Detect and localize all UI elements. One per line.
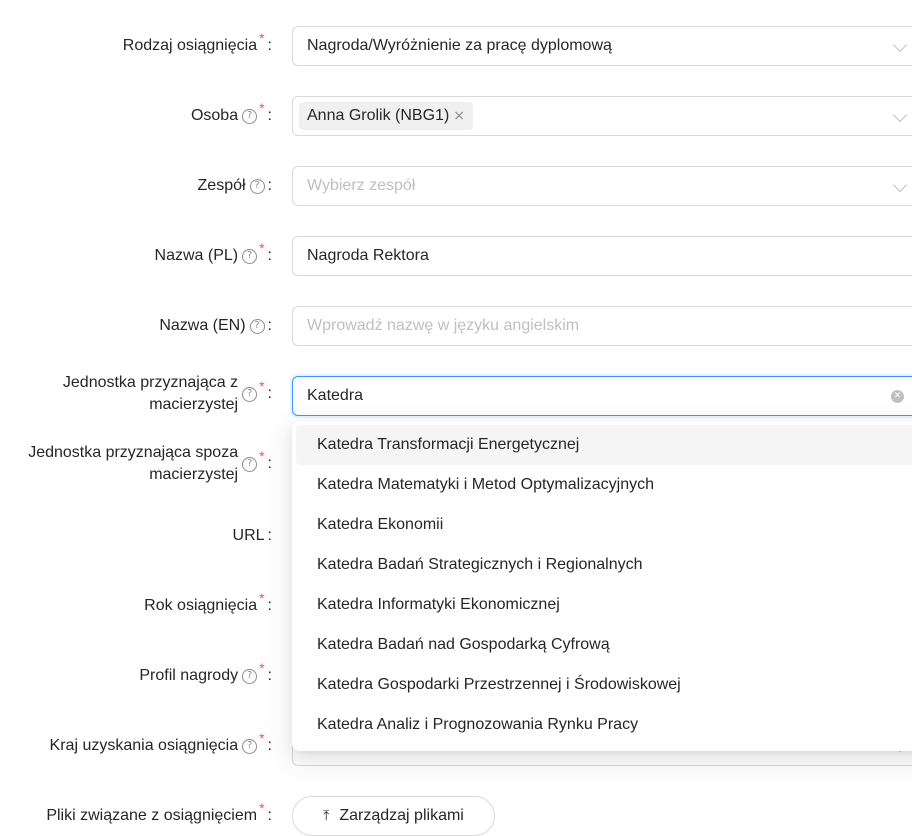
dropdown-option[interactable]: Katedra Badań Strategicznych i Regionaln… xyxy=(296,545,912,585)
required-mark: * xyxy=(259,378,265,394)
label-rodzaj: Rodzaj osiągnięcia * : xyxy=(122,30,272,54)
dropdown-option[interactable]: Katedra Informatyki Ekonomicznej xyxy=(296,585,912,625)
osoba-tag: Anna Grolik (NBG1) × xyxy=(299,102,473,130)
chevron-down-icon xyxy=(892,177,908,193)
rodzaj-select[interactable]: Nagroda/Wyróżnienie za pracę dyplomową xyxy=(292,26,912,66)
chevron-down-icon xyxy=(892,37,908,53)
required-mark: * xyxy=(259,800,265,816)
label-rok: Rok osiągnięcia * : xyxy=(144,590,272,614)
jednostka-dropdown: Katedra Transformacji Energetycznej Kate… xyxy=(292,421,912,751)
required-mark: * xyxy=(259,730,265,746)
question-circle-icon[interactable]: ? xyxy=(242,248,258,264)
question-circle-icon[interactable]: ? xyxy=(242,738,258,754)
jednostka-macierzysta-search[interactable]: Katedra ✕ xyxy=(292,376,912,416)
dropdown-option[interactable]: Katedra Ekonomii xyxy=(296,505,912,545)
required-mark: * xyxy=(259,30,265,46)
label-zespol: Zespół ? : xyxy=(197,177,272,194)
question-circle-icon[interactable]: ? xyxy=(249,178,265,194)
dropdown-option[interactable]: Katedra Badań nad Gospodarką Cyfrową xyxy=(296,625,912,665)
nazwa-en-input[interactable]: Wprowadź nazwę w języku angielskim xyxy=(292,306,912,346)
nazwa-pl-value: Nagroda Rektora xyxy=(307,247,429,264)
nazwa-en-placeholder: Wprowadź nazwę w języku angielskim xyxy=(307,317,580,334)
question-circle-icon[interactable]: ? xyxy=(249,318,265,334)
label-osoba: Osoba ? * : xyxy=(190,100,272,124)
label-nazwa-pl: Nazwa (PL) ? * : xyxy=(154,240,272,264)
zespol-placeholder: Wybierz zespół xyxy=(307,177,416,194)
dropdown-option[interactable]: Katedra Gospodarki Przestrzennej i Środo… xyxy=(296,665,912,705)
label-profil: Profil nagrody ? * : xyxy=(139,660,272,684)
close-circle-icon[interactable]: ✕ xyxy=(891,390,904,403)
nazwa-pl-input[interactable]: Nagroda Rektora xyxy=(292,236,912,276)
tag-remove-icon[interactable]: × xyxy=(453,108,465,124)
label-pliki: Pliki związane z osiągnięciem * : xyxy=(46,800,272,824)
question-circle-icon[interactable]: ? xyxy=(242,456,258,472)
label-jednostka-spoza: Jednostka przyznająca spoza macierzystej… xyxy=(28,444,272,483)
rodzaj-value: Nagroda/Wyróżnienie za pracę dyplomową xyxy=(307,37,612,54)
dropdown-option[interactable]: Katedra Analiz i Prognozowania Rynku Pra… xyxy=(296,705,912,745)
label-url: URL : xyxy=(232,527,272,544)
required-mark: * xyxy=(259,660,265,676)
upload-icon: ⤒ xyxy=(323,808,330,824)
required-mark: * xyxy=(259,100,265,116)
label-kraj: Kraj uzyskania osiągnięcia ? * : xyxy=(49,730,272,754)
dropdown-option[interactable]: Katedra Transformacji Energetycznej xyxy=(296,425,912,465)
chevron-down-icon xyxy=(892,107,908,123)
required-mark: * xyxy=(259,448,265,464)
manage-files-button[interactable]: ⤒ Zarządzaj plikami xyxy=(292,796,495,836)
required-mark: * xyxy=(259,590,265,606)
dropdown-option[interactable]: Katedra Matematyki i Metod Optymalizacyj… xyxy=(296,465,912,505)
osoba-select[interactable]: Anna Grolik (NBG1) × xyxy=(292,96,912,136)
jednostka-search-value: Katedra xyxy=(307,387,364,404)
label-nazwa-en: Nazwa (EN) ? : xyxy=(159,317,272,334)
question-circle-icon[interactable]: ? xyxy=(242,386,258,402)
zespol-select[interactable]: Wybierz zespół xyxy=(292,166,912,206)
required-mark: * xyxy=(259,240,265,256)
question-circle-icon[interactable]: ? xyxy=(242,108,258,124)
label-jednostka-macierzysta: Jednostka przyznająca z macierzystej ? *… xyxy=(62,374,272,413)
question-circle-icon[interactable]: ? xyxy=(242,668,258,684)
